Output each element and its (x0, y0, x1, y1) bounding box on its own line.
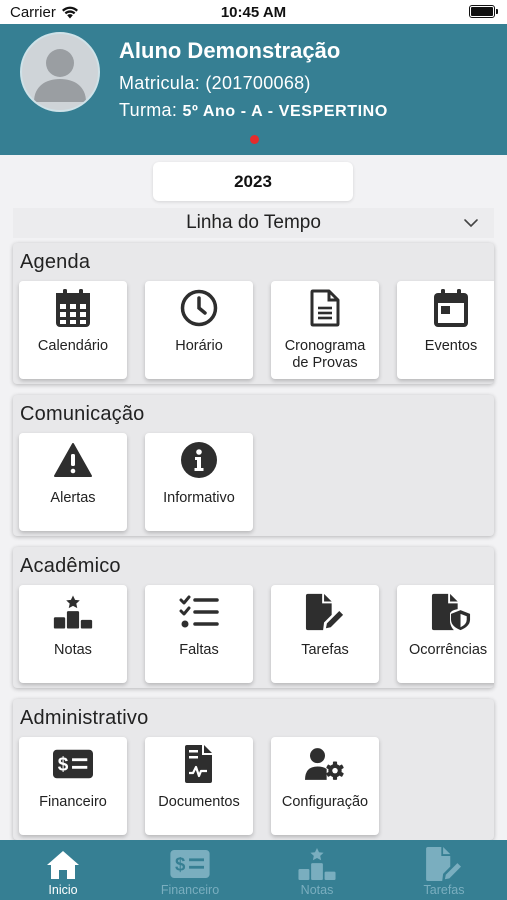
tile-ocorrencias[interactable]: Ocorrências (397, 585, 494, 683)
turma-label: Turma: (119, 100, 178, 120)
tile-tarefas[interactable]: Tarefas (271, 585, 379, 683)
info-icon (181, 442, 217, 478)
tab-label: Notas (300, 883, 334, 897)
calendar-grid-icon (56, 289, 90, 327)
home-icon (47, 851, 79, 879)
svg-text:$: $ (175, 854, 186, 875)
file-shield-icon (431, 593, 471, 631)
section-title-comunicacao: Comunicação (20, 403, 145, 425)
page-indicator-dot[interactable] (250, 135, 259, 144)
podium-icon (298, 848, 336, 880)
student-header[interactable]: Aluno Demonstração Matricula: (201700068… (0, 24, 507, 155)
money-bill-icon: $ (53, 749, 93, 779)
turma-value: 5º Ano - A - VESPERTINO (182, 103, 388, 120)
tile-label: Cronograma de Provas (284, 338, 366, 371)
tab-label: Inicio (48, 883, 78, 897)
tile-alertas[interactable]: Alertas (19, 433, 127, 531)
file-pen-icon (426, 847, 461, 881)
tile-label: Configuração (281, 794, 369, 810)
year-selector[interactable]: 2023 (153, 162, 353, 201)
tab-financeiro[interactable]: $ Financeiro (127, 840, 253, 900)
tile-eventos[interactable]: Eventos (397, 281, 494, 379)
tile-notas[interactable]: Notas (19, 585, 127, 683)
student-matricula: Matricula: (201700068) (119, 73, 311, 94)
tile-label: Calendário (37, 338, 109, 354)
tab-bar: Inicio $ Financeiro Notas Tarefas (0, 840, 507, 900)
tile-label: Eventos (424, 338, 478, 354)
matricula-label: Matricula: (119, 73, 201, 93)
tile-configuracao[interactable]: Configuração (271, 737, 379, 835)
status-bar: Carrier 10:45 AM (0, 0, 507, 24)
svg-text:$: $ (58, 755, 69, 776)
student-name: Aluno Demonstração (119, 38, 341, 63)
section-title-administrativo: Administrativo (20, 707, 149, 729)
battery-icon (469, 5, 498, 18)
chevron-down-icon (464, 219, 478, 228)
tab-label: Financeiro (160, 883, 220, 897)
calendar-event-icon (434, 289, 468, 327)
file-chart-icon (185, 745, 212, 783)
section-title-agenda: Agenda (20, 251, 91, 273)
avatar[interactable] (20, 32, 100, 112)
timeline-dropdown[interactable]: Linha do Tempo (13, 208, 494, 238)
tile-label: Ocorrências (409, 642, 488, 658)
tile-faltas[interactable]: Faltas (145, 585, 253, 683)
section-administrativo: Administrativo $ Financeiro Documentos C… (13, 699, 494, 840)
student-turma: Turma: 5º Ano - A - VESPERTINO (119, 100, 388, 121)
tab-tarefas[interactable]: Tarefas (381, 840, 507, 900)
money-bill-icon: $ (170, 850, 210, 878)
tile-informativo[interactable]: Informativo (145, 433, 253, 531)
tile-label: Faltas (179, 642, 219, 658)
tile-documentos[interactable]: Documentos (145, 737, 253, 835)
warning-icon (54, 443, 92, 477)
user-placeholder-icon (34, 49, 86, 102)
tab-label: Tarefas (423, 883, 465, 897)
clock-time: 10:45 AM (220, 4, 287, 21)
tile-label: Horário (175, 338, 223, 354)
tile-label: Tarefas (301, 642, 349, 658)
section-comunicacao: Comunicação Alertas Informativo (13, 395, 494, 536)
document-lines-icon (310, 289, 340, 327)
tile-calendario[interactable]: Calendário (19, 281, 127, 379)
tab-notas[interactable]: Notas (254, 840, 380, 900)
user-gear-icon (305, 748, 344, 780)
checklist-icon (179, 595, 219, 628)
tile-label: Alertas (50, 490, 96, 506)
section-title-academico: Acadêmico (20, 555, 121, 577)
tile-cronograma-de-provas[interactable]: Cronograma de Provas (271, 281, 379, 379)
tile-label: Documentos (158, 794, 240, 810)
file-pen-icon (305, 593, 344, 631)
clock-icon (180, 289, 218, 327)
matricula-value: (201700068) (205, 73, 311, 93)
podium-icon (53, 595, 93, 629)
tab-inicio[interactable]: Inicio (0, 840, 126, 900)
section-agenda: Agenda Calendário Horário Cronograma de … (13, 243, 494, 384)
tile-financeiro[interactable]: $ Financeiro (19, 737, 127, 835)
timeline-label: Linha do Tempo (186, 212, 321, 233)
tile-label: Notas (54, 642, 92, 658)
tile-horario[interactable]: Horário (145, 281, 253, 379)
section-academico: Acadêmico Notas Faltas Tarefas Ocorrênci… (13, 547, 494, 688)
tile-label: Informativo (163, 490, 235, 506)
tile-label: Financeiro (39, 794, 107, 810)
